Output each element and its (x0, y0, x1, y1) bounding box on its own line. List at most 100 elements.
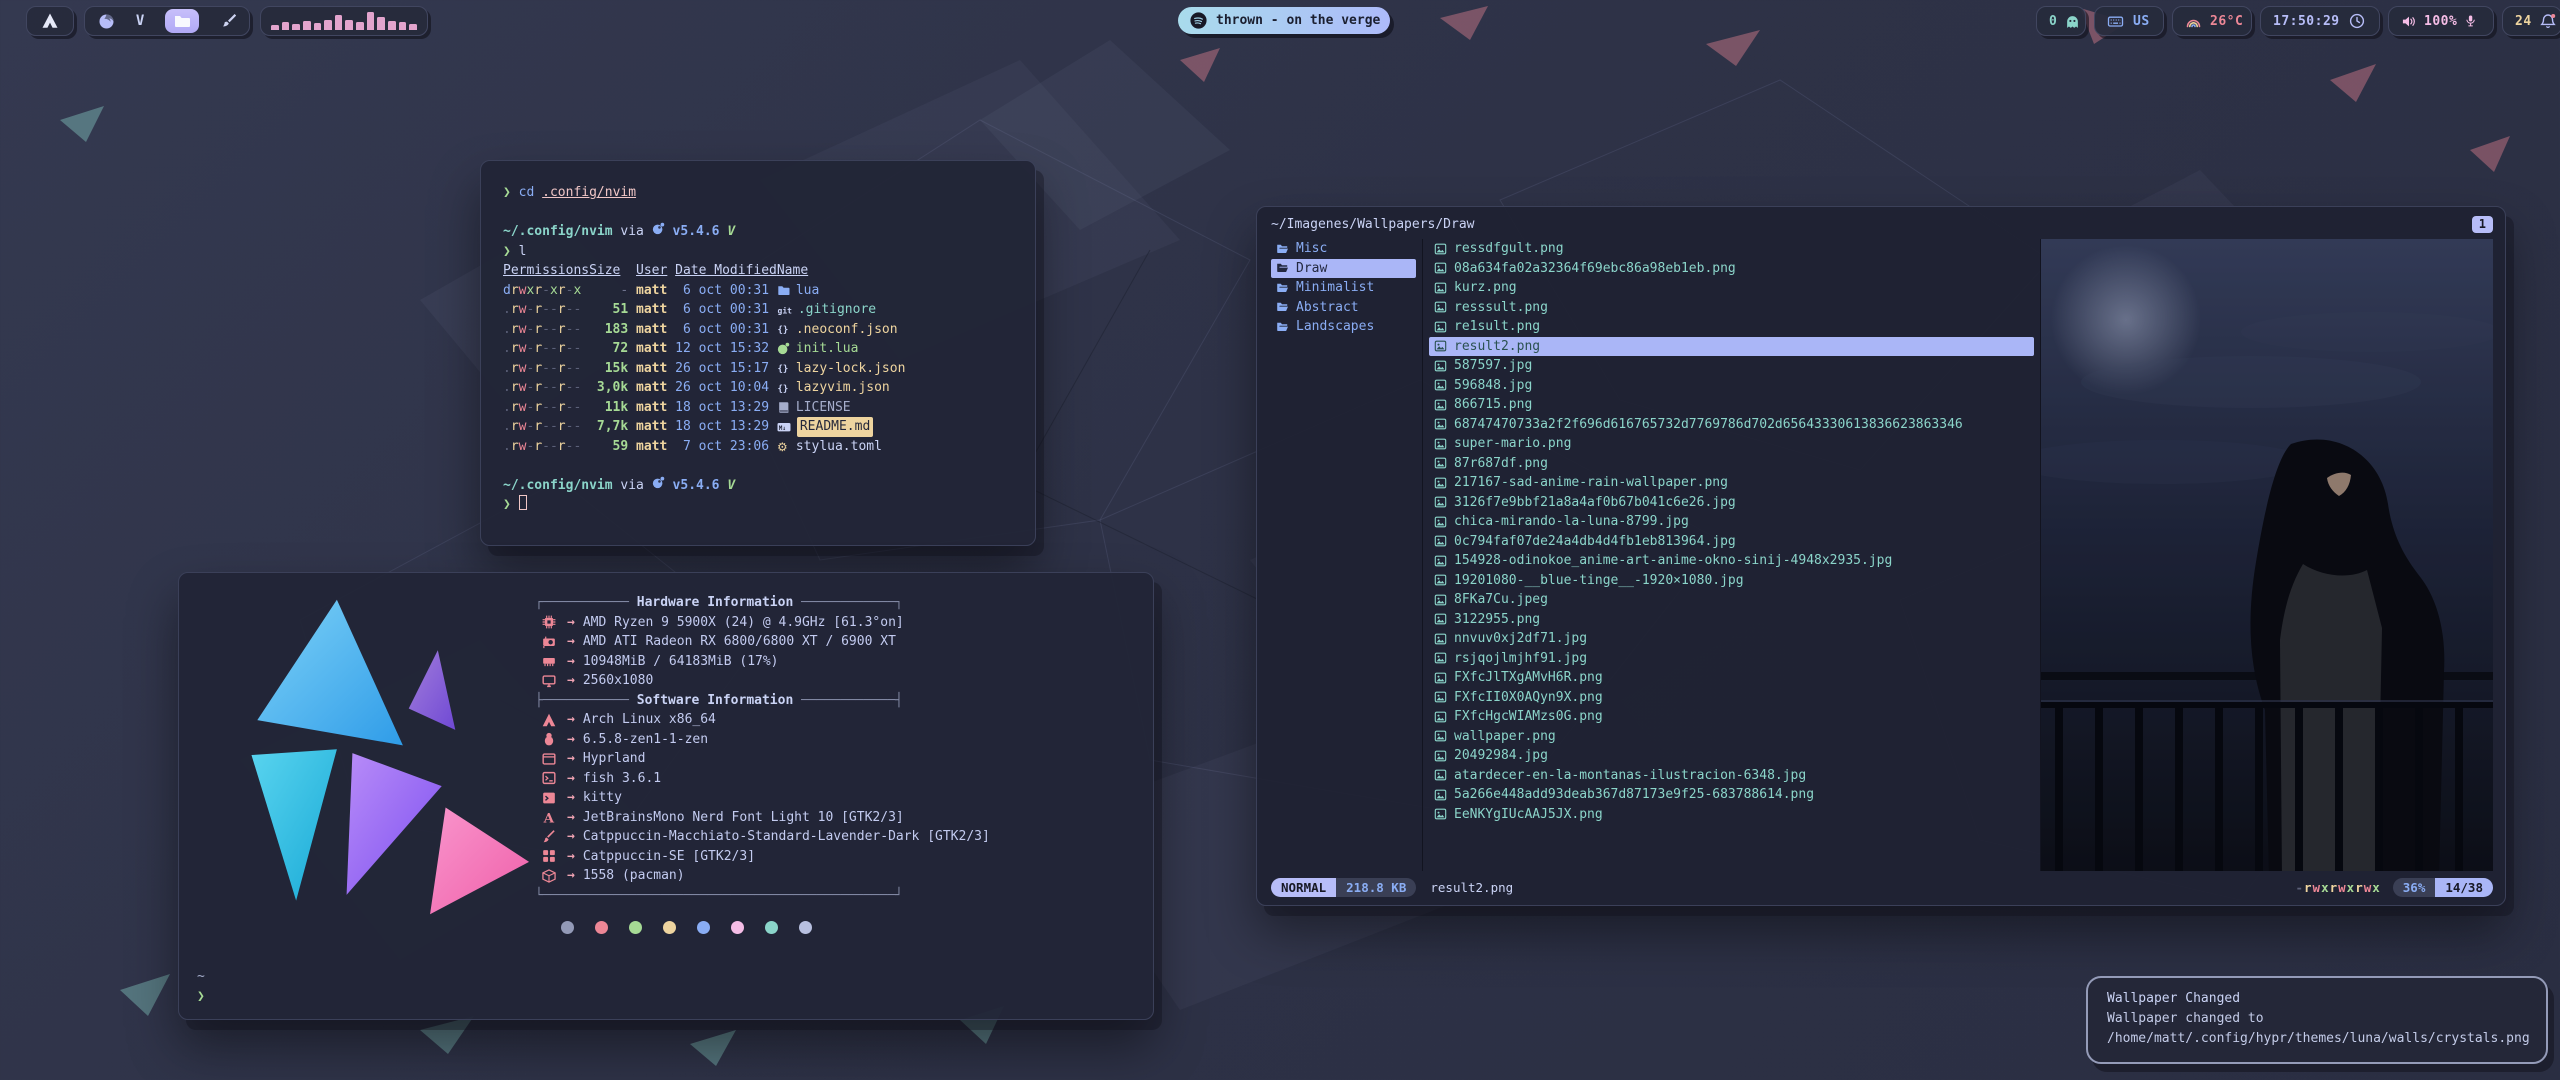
directory-item[interactable]: Draw (1271, 259, 1416, 279)
system-graph-widget[interactable] (260, 6, 428, 36)
notifications-module[interactable]: 24 (2502, 6, 2560, 36)
file-item[interactable]: 0c794faf07de24a4db4d4fb1eb813964.jpg (1429, 532, 2034, 552)
file-item[interactable]: chica-mirando-la-luna-8799.jpg (1429, 512, 2034, 532)
weather-module[interactable]: 26°C (2172, 6, 2252, 36)
open-folder-icon (1276, 321, 1289, 333)
graph-bar (292, 24, 300, 30)
file-item[interactable]: kurz.png (1429, 278, 2034, 298)
prompt-input-line[interactable]: ❯ (503, 495, 1013, 515)
file-row: .rw-r--r--15kmatt26 oct 15:17{}lazy-lock… (503, 359, 1013, 379)
ram-icon (541, 654, 557, 668)
directory-item[interactable]: Landscapes (1271, 317, 1416, 337)
shell-icon (541, 771, 557, 785)
file-item[interactable]: FXfcJlTXgAMvH6R.png (1429, 668, 2034, 688)
file-item[interactable]: 68747470733a2f2f696d616765732d7769786d70… (1429, 415, 2034, 435)
mode-indicator: NORMAL (1271, 878, 1336, 897)
info-row: →Arch Linux x86_64 (535, 710, 1135, 730)
audio-module[interactable]: 100% (2388, 6, 2494, 36)
file-item[interactable]: re1sult.png (1429, 317, 2034, 337)
file-item[interactable]: 3122955.png (1429, 610, 2034, 630)
file-item[interactable]: 87r687df.png (1429, 454, 2034, 474)
info-row: →2560x1080 (535, 671, 1135, 691)
directory-item[interactable]: Misc (1271, 239, 1416, 259)
file-row: .rw-r--r--7,7kmatt18 oct 13:29M↓README.m… (503, 417, 1013, 437)
file-item[interactable]: 587597.jpg (1429, 356, 2034, 376)
file-row: .rw-r--r--11kmatt18 oct 13:29LICENSE (503, 398, 1013, 418)
graph-bar (399, 22, 407, 30)
fetch-terminal-window[interactable]: ┌─────────── Hardware Information ──────… (178, 572, 1154, 1020)
file-item[interactable]: 20492984.jpg (1429, 746, 2034, 766)
scroll-percent: 36% (2393, 878, 2436, 897)
image-file-icon (1434, 691, 1447, 703)
file-item[interactable]: super-mario.png (1429, 434, 2034, 454)
vim-workspace-icon[interactable]: V (136, 13, 144, 29)
clock-module[interactable]: 17:50:29 (2260, 6, 2380, 36)
file-item[interactable]: rsjqojlmjhf91.jpg (1429, 649, 2034, 669)
terminal-window[interactable]: ❯ cd .config/nvim ~/.config/nvim via v5.… (480, 160, 1036, 546)
file-item[interactable]: 154928-odinokoe_anime-art-anime-okno-sin… (1429, 551, 2034, 571)
launcher-button[interactable] (26, 6, 74, 36)
shell-prompt[interactable]: ~ ❯ (197, 967, 205, 1007)
paintbrush-workspace-icon[interactable] (220, 13, 236, 29)
prompt-path-line: ~/.config/nvim via v5.4.6 V (503, 476, 1013, 496)
image-file-icon (1434, 399, 1447, 411)
open-folder-icon (1276, 262, 1289, 274)
directory-item[interactable]: Abstract (1271, 298, 1416, 318)
image-file-icon (1434, 477, 1447, 489)
image-file-icon (1434, 457, 1447, 469)
keyboard-layout-module[interactable]: US (2094, 6, 2164, 36)
file-row: .rw-r--r--51matt 6 oct 00:31git.gitignor… (503, 300, 1013, 320)
files-workspace-active[interactable] (165, 9, 199, 33)
media-player-pill[interactable]: thrown - on the verge (1178, 7, 1390, 34)
graph-bar (271, 25, 279, 30)
file-item[interactable]: 08a634fa02a32364f69ebc86a98eb1eb.png (1429, 259, 2034, 279)
image-file-icon (1434, 789, 1447, 801)
graph-bar (282, 22, 290, 30)
temperature: 26°C (2210, 14, 2243, 29)
file-item[interactable]: 866715.png (1429, 395, 2034, 415)
palette-dot (697, 921, 710, 934)
file-item[interactable]: 5a266e448add93deab367d87173e9f25-6837886… (1429, 785, 2034, 805)
file-item[interactable]: 19201080-__blue-tinge__-1920×1080.jpg (1429, 571, 2034, 591)
file-item[interactable]: resssult.png (1429, 298, 2034, 318)
file-item[interactable]: 217167-sad-anime-rain-wallpaper.png (1429, 473, 2034, 493)
image-file-icon (1434, 555, 1447, 567)
desktop: { "topbar": { "launcher": {"icon": "arch… (0, 0, 2560, 1080)
graph-bar (314, 23, 322, 30)
tab-badge[interactable]: 1 (2472, 216, 2493, 233)
file-item[interactable]: nnvuv0xj2df71.jpg (1429, 629, 2034, 649)
file-row: .rw-r--r--72matt12 oct 15:32init.lua (503, 339, 1013, 359)
file-item[interactable]: result2.png (1429, 337, 2034, 357)
rainbow-icon (2185, 14, 2202, 28)
terminal-command-line: ❯ l (503, 242, 1013, 262)
image-file-icon (1434, 321, 1447, 333)
info-row: →AMD Ryzen 9 5900X (24) @ 4.9GHz [61.3°o… (535, 613, 1135, 633)
prompt-directory: ~ (197, 967, 205, 987)
info-row: →6.5.8-zen1-1-zen (535, 730, 1135, 750)
notification-popup[interactable]: Wallpaper Changed Wallpaper changed to /… (2086, 976, 2548, 1064)
image-file-icon (1434, 808, 1447, 820)
file-manager-window[interactable]: ~/Imagenes/Wallpapers/Draw 1 MiscDrawMin… (1256, 206, 2506, 906)
terminal-color-palette (561, 921, 812, 934)
file-item[interactable]: wallpaper.png (1429, 727, 2034, 747)
file-item[interactable]: 3126f7e9bbf21a8a4af0b67b041c6e26.jpg (1429, 493, 2034, 513)
firefox-workspace-icon[interactable] (98, 13, 115, 30)
file-item[interactable]: FXfcHgcWIAMzs0G.png (1429, 707, 2034, 727)
file-item[interactable]: atardecer-en-la-montanas-ilustracion-634… (1429, 766, 2034, 786)
image-file-icon (1434, 418, 1447, 430)
keyboard-icon (2107, 14, 2124, 29)
file-item[interactable]: 596848.jpg (1429, 376, 2034, 396)
braces-icon: {} (777, 323, 790, 335)
file-item[interactable]: FXfcII0X0AQyn9X.png (1429, 688, 2034, 708)
svg-text:{}: {} (777, 384, 788, 394)
tux-icon (541, 732, 557, 746)
directory-item[interactable]: Minimalist (1271, 278, 1416, 298)
file-item[interactable]: ressdfgult.png (1429, 239, 2034, 259)
updates-module[interactable]: 0 (2036, 6, 2086, 36)
crystal-arch-logo (201, 587, 531, 931)
iconsgrid-icon (541, 849, 557, 863)
graph-bar (377, 17, 385, 30)
file-item[interactable]: EeNKYgIUcAAJ5JX.png (1429, 805, 2034, 825)
term-icon (541, 791, 557, 805)
file-item[interactable]: 8FKa7Cu.jpeg (1429, 590, 2034, 610)
